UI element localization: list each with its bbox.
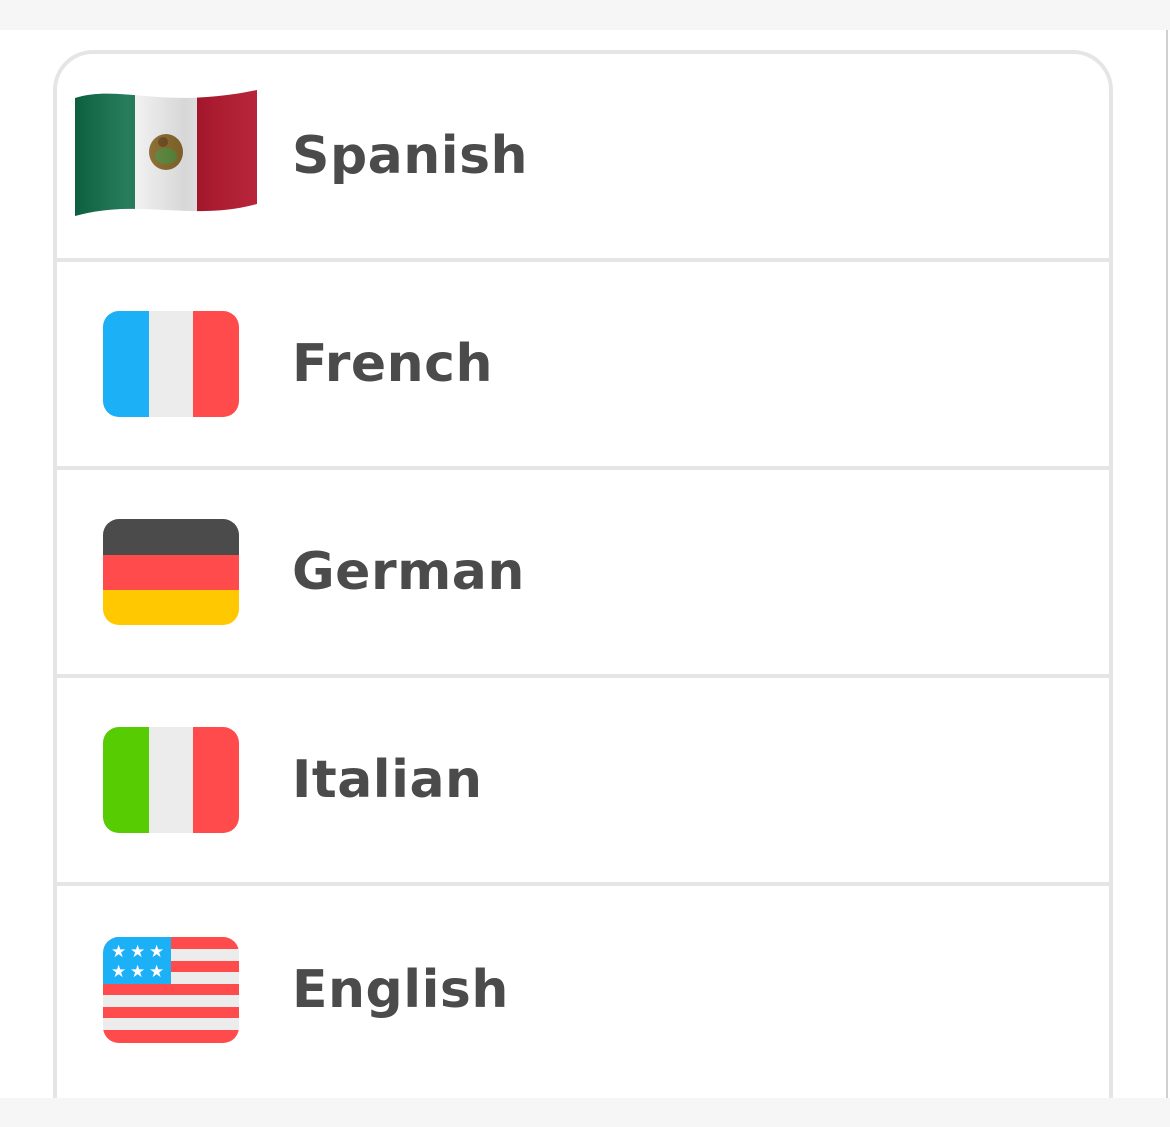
language-option-italian[interactable]: Italian (57, 678, 1109, 886)
usa-flag-icon: ★ ★ ★ ★ ★ ★ (103, 937, 239, 1043)
mexico-flag-icon (71, 86, 261, 226)
svg-text:★: ★ (149, 962, 164, 982)
france-flag-icon (103, 311, 239, 417)
language-label-spanish: Spanish (292, 126, 529, 186)
language-list-card: Spanish French German Italian ★ ★ ★ ★ ★ … (53, 50, 1113, 1127)
svg-text:★: ★ (111, 942, 126, 962)
svg-text:★: ★ (111, 962, 126, 982)
language-option-english[interactable]: ★ ★ ★ ★ ★ ★ English (57, 886, 1109, 1094)
language-option-german[interactable]: German (57, 470, 1109, 678)
svg-text:★: ★ (149, 942, 164, 962)
language-label-french: French (292, 334, 493, 394)
top-background-strip (0, 0, 1170, 30)
italy-flag-icon (103, 727, 239, 833)
germany-flag-icon (103, 519, 239, 625)
language-option-french[interactable]: French (57, 262, 1109, 470)
svg-text:★: ★ (130, 942, 145, 962)
language-option-spanish[interactable]: Spanish (57, 54, 1109, 262)
right-divider (1166, 30, 1168, 1098)
svg-text:★: ★ (130, 962, 145, 982)
language-label-italian: Italian (292, 750, 483, 810)
bottom-background-strip (0, 1098, 1170, 1127)
language-label-english: English (292, 960, 509, 1020)
page: Spanish French German Italian ★ ★ ★ ★ ★ … (0, 0, 1170, 1127)
language-label-german: German (292, 542, 525, 602)
